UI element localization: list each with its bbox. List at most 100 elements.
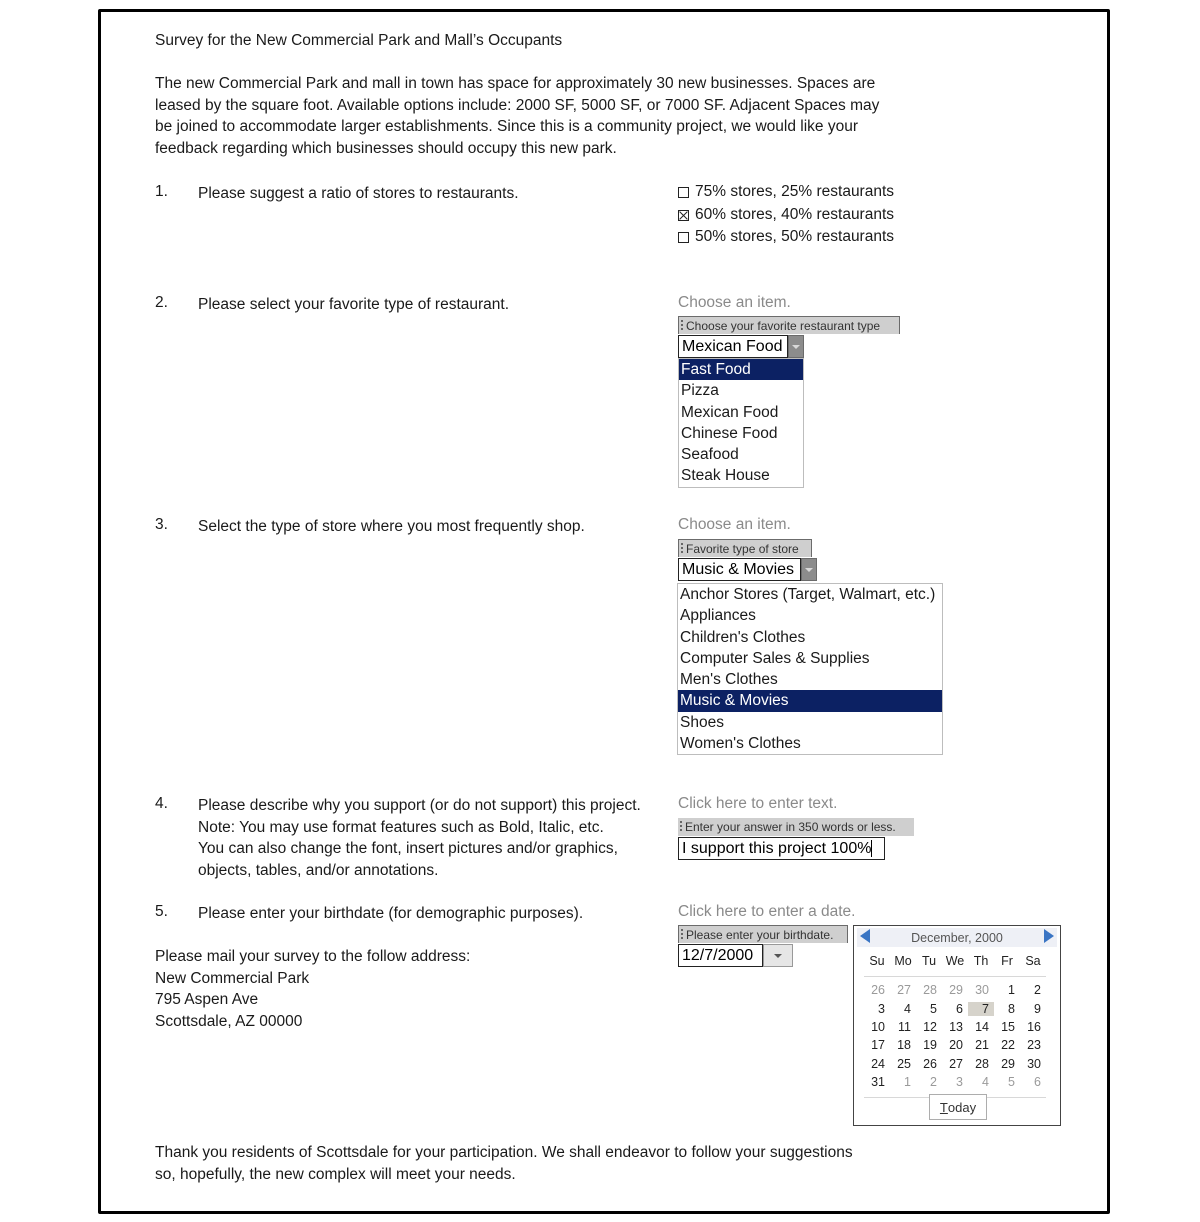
calendar-day[interactable]: 4 [968, 1075, 994, 1089]
calendar-day[interactable]: 4 [890, 1002, 916, 1016]
calendar-day[interactable]: 1 [890, 1075, 916, 1089]
checkbox-unchecked-icon[interactable] [678, 232, 689, 244]
calendar-day[interactable]: 30 [968, 983, 994, 997]
store-option[interactable]: Anchor Stores (Target, Walmart, etc.) [678, 584, 942, 605]
question-2-text: Please select your favorite type of rest… [198, 296, 510, 313]
checkbox-checked-icon[interactable] [678, 209, 689, 221]
calendar-day[interactable]: 22 [994, 1038, 1020, 1052]
calendar-day[interactable]: 11 [890, 1020, 916, 1034]
calendar-day[interactable]: 26 [916, 1057, 942, 1071]
calendar-day[interactable]: 5 [916, 1002, 942, 1016]
store-option[interactable]: Children's Clothes [678, 627, 942, 648]
calendar-day[interactable]: 10 [864, 1020, 890, 1034]
date-placeholder: Click here to enter a date. [678, 903, 856, 920]
drag-grip-icon[interactable] [681, 542, 683, 555]
store-option[interactable]: Women's Clothes [678, 733, 942, 754]
restaurant-option[interactable]: Steak House [679, 465, 803, 486]
drag-grip-icon[interactable] [681, 319, 683, 332]
question-4-line: Note: You may use format features such a… [198, 818, 604, 836]
today-button[interactable]: Today [929, 1094, 987, 1120]
calendar-day[interactable]: 25 [890, 1057, 916, 1071]
checkbox-unchecked-icon[interactable] [678, 186, 689, 198]
calendar-day[interactable]: 29 [994, 1057, 1020, 1071]
restaurant-dropdown-value[interactable]: Mexican Food [678, 335, 788, 358]
calendar-day[interactable]: 18 [890, 1038, 916, 1052]
restaurant-dropdown-button[interactable] [788, 335, 804, 358]
calendar-day[interactable]: 14 [968, 1020, 994, 1034]
calendar-day[interactable]: 30 [1020, 1057, 1046, 1071]
calendar-day[interactable]: 2 [1020, 983, 1046, 997]
drag-grip-icon[interactable] [680, 821, 682, 833]
calendar-day[interactable]: 6 [1020, 1075, 1046, 1089]
calendar-header: December, 2000 [857, 928, 1057, 947]
store-option[interactable]: Shoes [678, 712, 942, 733]
calendar-day[interactable]: 28 [968, 1057, 994, 1071]
calendar-day[interactable]: 27 [942, 1057, 968, 1071]
calendar-day[interactable]: 13 [942, 1020, 968, 1034]
ratio-checkbox-group: 75% stores, 25% restaurants 60% stores, … [678, 181, 894, 249]
drag-grip-icon[interactable] [681, 928, 683, 941]
calendar-day[interactable]: 20 [942, 1038, 968, 1052]
option-label: 75% stores, 25% restaurants [695, 183, 895, 200]
restaurant-control-title[interactable]: Choose your favorite restaurant type [678, 316, 900, 334]
store-dropdown-value[interactable]: Music & Movies [678, 558, 801, 581]
control-title-label: Favorite type of store [686, 541, 799, 556]
question-4-number: 4. [155, 795, 168, 812]
date-dropdown-button[interactable] [763, 944, 793, 967]
calendar-day[interactable]: 6 [942, 1002, 968, 1016]
restaurant-dropdown[interactable]: Mexican Food [678, 335, 804, 358]
date-picker[interactable]: 12/7/2000 [678, 944, 793, 967]
store-dropdown-button[interactable] [801, 558, 817, 581]
store-option[interactable]: Appliances [678, 605, 942, 626]
store-dropdown[interactable]: Music & Movies [678, 558, 817, 581]
question-4-line: You can also change the font, insert pic… [198, 840, 618, 857]
calendar-day[interactable]: 1 [994, 983, 1020, 997]
calendar-day[interactable]: 2 [916, 1075, 942, 1089]
address-line: 795 Aspen Ave [155, 991, 259, 1008]
calendar-day[interactable]: 29 [942, 983, 968, 997]
ratio-option-50-50[interactable]: 50% stores, 50% restaurants [678, 226, 894, 249]
calendar-day-selected[interactable]: 7 [968, 1001, 994, 1016]
calendar-day[interactable]: 16 [1020, 1020, 1046, 1034]
calendar-day[interactable]: 21 [968, 1038, 994, 1052]
store-option[interactable]: Computer Sales & Supplies [678, 648, 942, 669]
calendar-day[interactable]: 15 [994, 1020, 1020, 1034]
restaurant-option[interactable]: Seafood [679, 444, 803, 465]
calendar-day[interactable]: 3 [864, 1002, 890, 1016]
store-option[interactable]: Men's Clothes [678, 669, 942, 690]
calendar-week-row: 17 18 19 20 21 22 23 [864, 1036, 1054, 1054]
previous-month-arrow-icon[interactable] [860, 929, 870, 943]
restaurant-option[interactable]: Pizza [679, 380, 803, 401]
control-title-label: Choose your favorite restaurant type [686, 318, 881, 333]
calendar-day[interactable]: 28 [916, 983, 942, 997]
calendar-day[interactable]: 9 [1020, 1002, 1046, 1016]
calendar-day[interactable]: 27 [890, 983, 916, 997]
calendar-day[interactable]: 24 [864, 1057, 890, 1071]
question-3-text: Select the type of store where you most … [198, 518, 585, 535]
restaurant-option[interactable]: Mexican Food [679, 402, 803, 423]
answer-text-field[interactable]: I support this project 100% [678, 837, 885, 860]
calendar-day[interactable]: 5 [994, 1075, 1020, 1089]
calendar-day[interactable]: 23 [1020, 1038, 1046, 1052]
date-field[interactable]: 12/7/2000 [678, 944, 763, 967]
calendar-popup: December, 2000 Su Mo Tu We Th Fr Sa 26 27 28 29 30… [853, 925, 1061, 1126]
calendar-day[interactable]: 31 [864, 1075, 890, 1089]
selected-value: Music & Movies [682, 560, 795, 578]
date-control-title[interactable]: Please enter your birthdate. [678, 925, 848, 943]
ratio-option-75-25[interactable]: 75% stores, 25% restaurants [678, 181, 894, 204]
answer-control-title[interactable]: Enter your answer in 350 words or less. [678, 818, 914, 836]
calendar-month-label[interactable]: December, 2000 [911, 931, 1003, 945]
calendar-day[interactable]: 8 [994, 1002, 1020, 1016]
calendar-day[interactable]: 3 [942, 1075, 968, 1089]
restaurant-option[interactable]: Chinese Food [679, 423, 803, 444]
ratio-option-60-40[interactable]: 60% stores, 40% restaurants [678, 204, 894, 227]
calendar-day[interactable]: 26 [864, 983, 890, 997]
restaurant-option[interactable]: Fast Food [679, 359, 803, 381]
calendar-day[interactable]: 12 [916, 1020, 942, 1034]
calendar-day[interactable]: 17 [864, 1038, 890, 1052]
mailing-intro: Please mail your survey to the follow ad… [155, 948, 471, 965]
store-option[interactable]: Music & Movies [678, 690, 942, 712]
next-month-arrow-icon[interactable] [1044, 929, 1054, 943]
store-control-title[interactable]: Favorite type of store [678, 539, 812, 557]
calendar-day[interactable]: 19 [916, 1038, 942, 1052]
